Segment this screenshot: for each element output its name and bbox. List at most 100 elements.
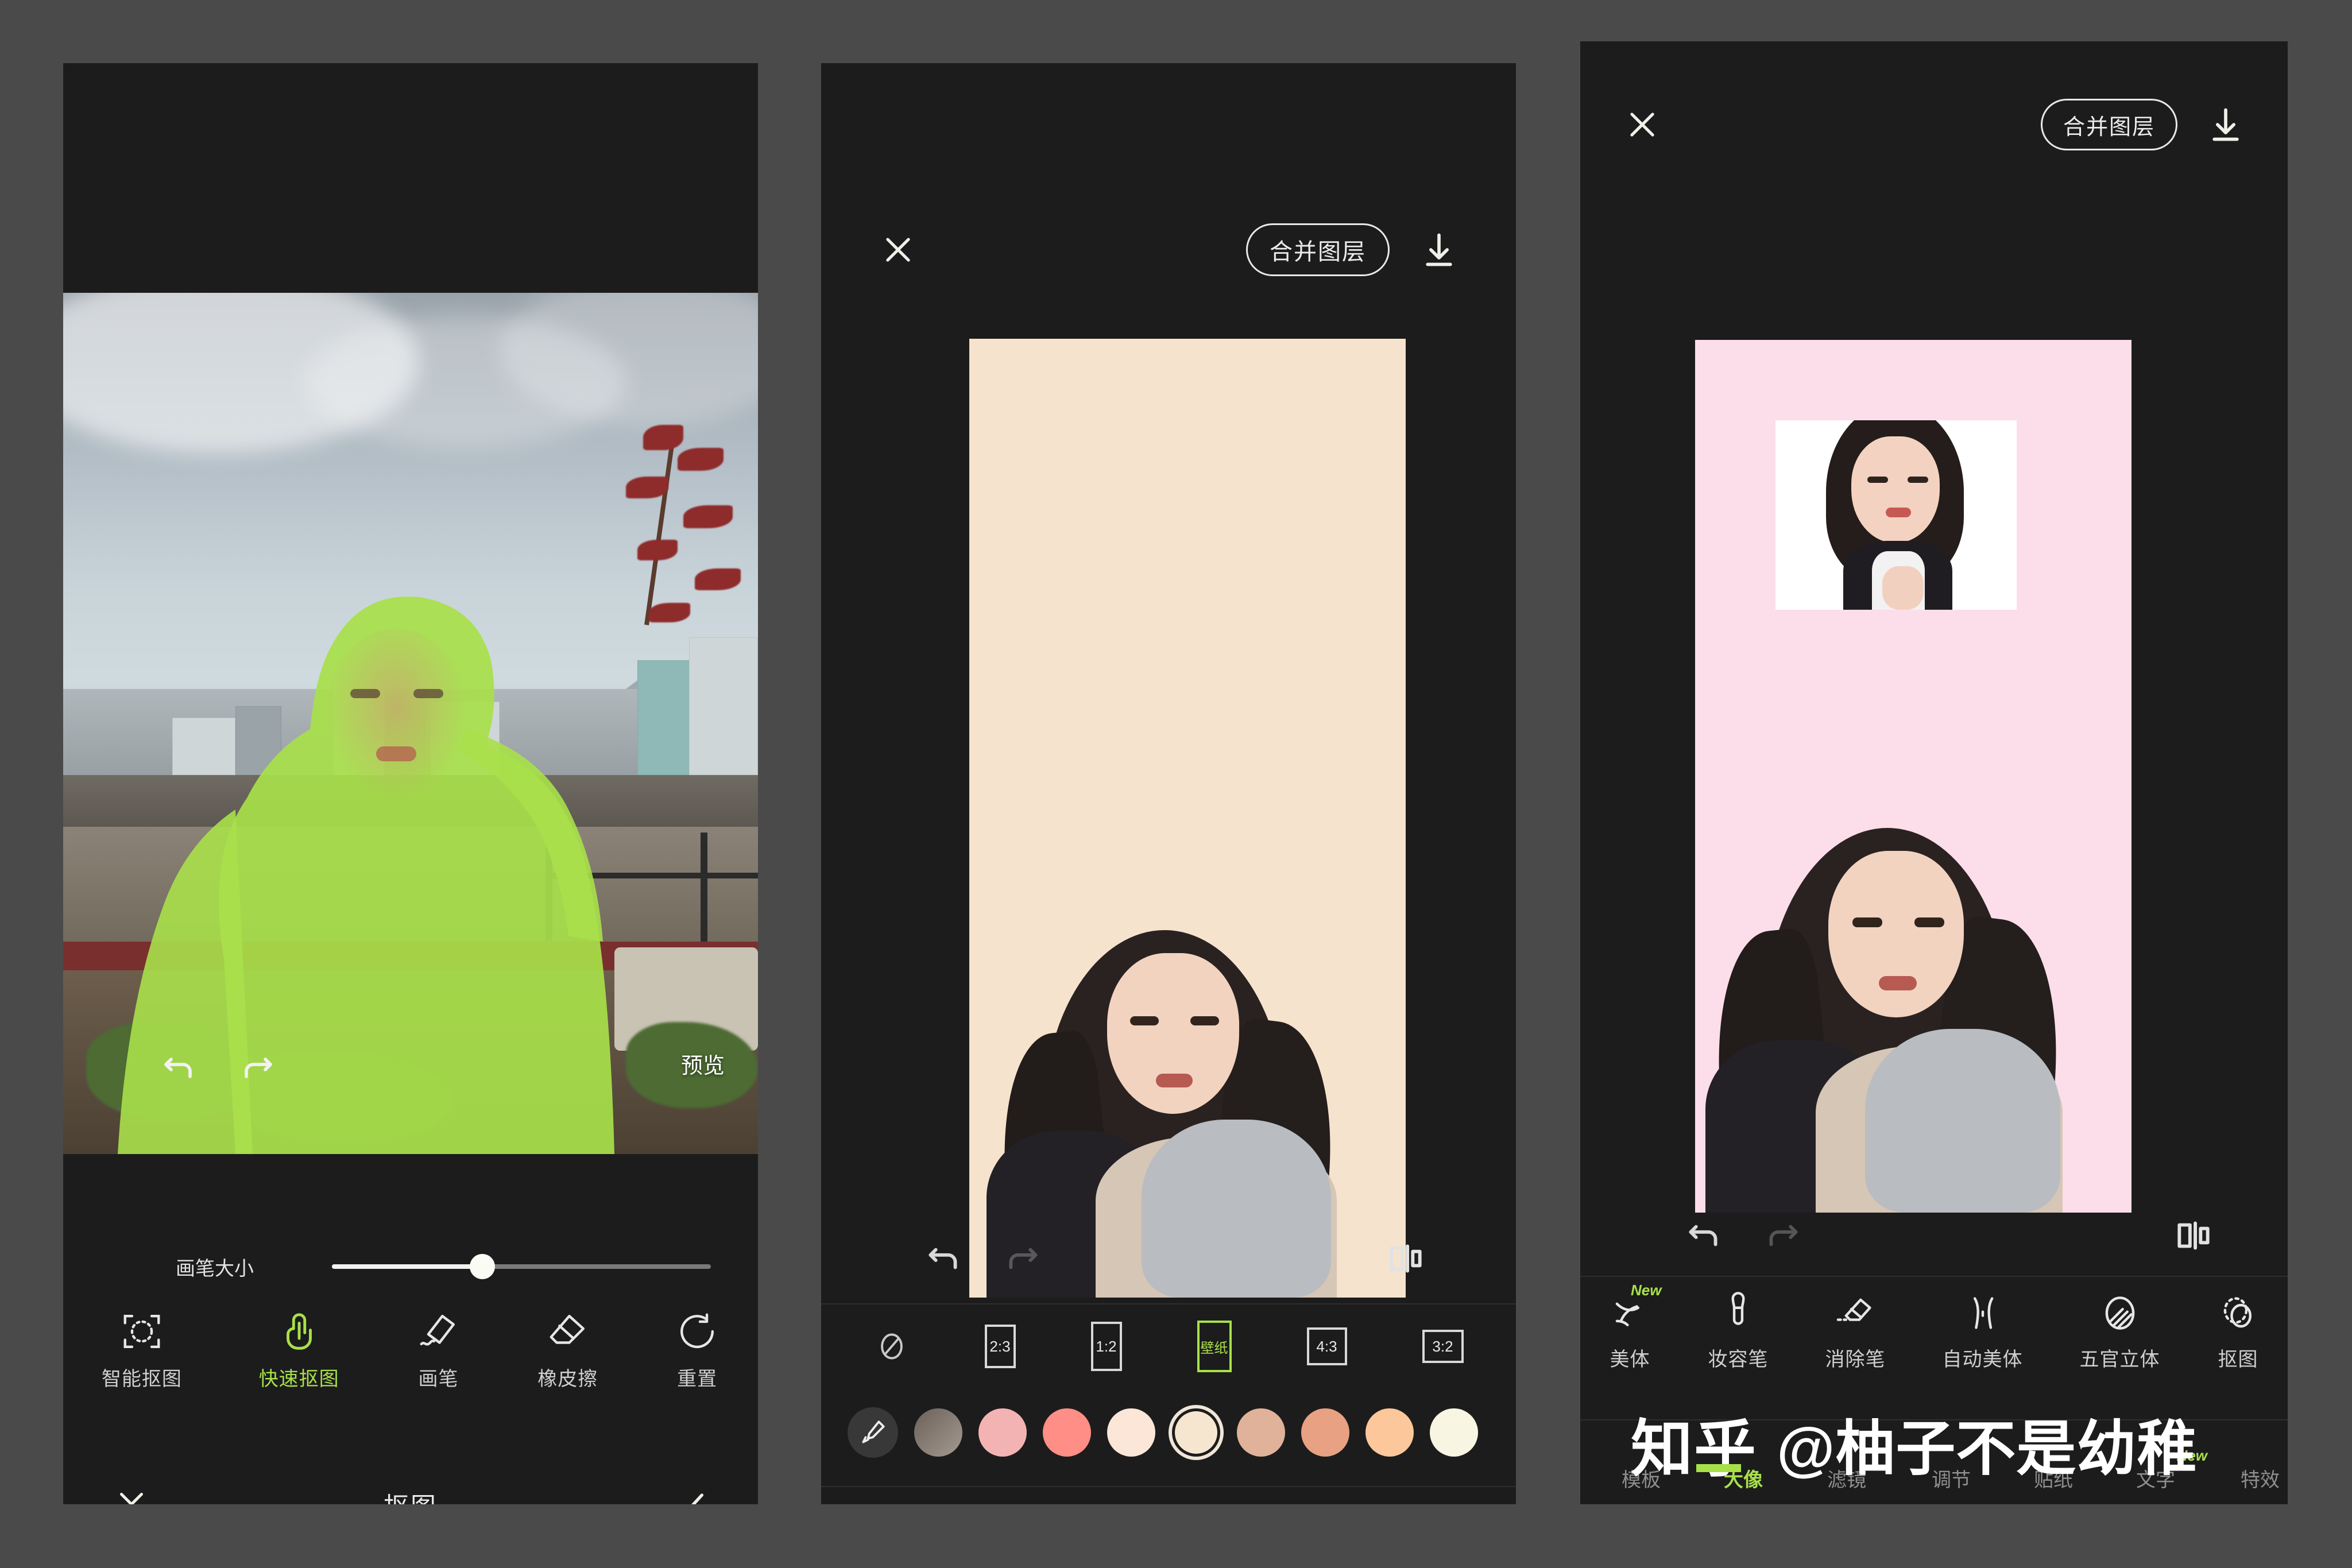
- undo-button[interactable]: [919, 1234, 967, 1283]
- cancel-button[interactable]: [111, 1484, 152, 1504]
- tool-label: 快速抠图: [258, 1368, 339, 1390]
- ratio-wallpaper[interactable]: 壁纸: [1197, 1321, 1232, 1372]
- base-eye: [1914, 917, 1944, 927]
- ratio-4-3[interactable]: 4:3: [1306, 1327, 1347, 1365]
- tool-eraser[interactable]: 橡皮擦: [537, 1309, 598, 1391]
- cutout-footer: 抠图: [63, 1458, 758, 1504]
- panel2-divider: [821, 1303, 1516, 1304]
- panel2-topbar: 合并图层: [821, 212, 1516, 287]
- subject-lips: [376, 746, 416, 761]
- ratio-1-2[interactable]: 1:2: [1090, 1322, 1122, 1371]
- remove-pen-icon: [1836, 1298, 1871, 1321]
- subject-scarf: [1142, 1120, 1331, 1298]
- tool-makeup-brush[interactable]: 妆容笔: [1708, 1292, 1769, 1372]
- new-badge: New: [1631, 1281, 1662, 1299]
- tool-smart-cutout[interactable]: 智能抠图: [102, 1309, 182, 1391]
- tool-label: 美体: [1610, 1349, 1650, 1370]
- tool-face-contour[interactable]: 五官立体: [2080, 1292, 2160, 1372]
- merge-layers-button[interactable]: 合并图层: [1246, 223, 1390, 276]
- cutout-eye: [1867, 477, 1888, 483]
- no-ratio-icon: [880, 1333, 903, 1360]
- tool-remove-pen[interactable]: 消除笔: [1825, 1292, 1886, 1372]
- color-swatch[interactable]: [1430, 1408, 1478, 1457]
- cutout-canvas[interactable]: 预览: [63, 293, 758, 1154]
- slider-knob[interactable]: [470, 1254, 495, 1279]
- ratio-label: 4:3: [1316, 1337, 1337, 1355]
- panel3-topbar: 合并图层: [1580, 87, 2288, 162]
- ratio-label: 1:2: [1096, 1337, 1117, 1355]
- background-canvas[interactable]: [969, 339, 1406, 1298]
- confirm-button[interactable]: [670, 1484, 710, 1504]
- base-photo: [1695, 811, 2132, 1213]
- tool-reset[interactable]: 重置: [675, 1309, 719, 1391]
- layers-button[interactable]: [2169, 1211, 2218, 1260]
- zhihu-logo: 知乎: [1631, 1418, 1757, 1480]
- subject-face: [1107, 953, 1239, 1114]
- layers-button[interactable]: [1382, 1234, 1430, 1283]
- eraser-icon: [550, 1314, 585, 1344]
- brush-size-slider[interactable]: [332, 1254, 711, 1279]
- tool-label: 智能抠图: [101, 1368, 182, 1390]
- download-icon: [2212, 108, 2239, 141]
- base-eye: [1852, 917, 1882, 927]
- tool-body-shape[interactable]: 美体 New: [1609, 1281, 1662, 1372]
- color-swatch[interactable]: [1107, 1408, 1155, 1457]
- slider-fill: [332, 1264, 482, 1269]
- panel-beauty-editor: 合并图层 美体 New 妆容笔 消除笔 自动美体 五官立体 抠图 模板 大像 滤…: [1580, 41, 2288, 1504]
- subject-face-hint: [324, 629, 468, 801]
- ratio-label: 3:2: [1432, 1337, 1453, 1355]
- redo-button[interactable]: [1759, 1211, 1808, 1260]
- subject-eye: [413, 689, 443, 698]
- color-row: [821, 1401, 1516, 1464]
- color-swatch[interactable]: [1301, 1408, 1349, 1457]
- tool-cutout[interactable]: 抠图: [2217, 1292, 2260, 1372]
- color-swatch[interactable]: [978, 1408, 1027, 1457]
- tool-quick-cutout[interactable]: 快速抠图: [259, 1309, 339, 1391]
- ratio-label: 壁纸: [1200, 1340, 1228, 1356]
- redo-button[interactable]: [235, 1045, 281, 1091]
- merge-layers-button[interactable]: 合并图层: [2040, 99, 2177, 150]
- reset-icon: [680, 1313, 714, 1349]
- smart-cutout-icon: [123, 1314, 160, 1349]
- tab-special-effects[interactable]: 特效: [2241, 1464, 2280, 1492]
- ratio-2-3[interactable]: 2:3: [984, 1325, 1016, 1368]
- eyedropper-button[interactable]: [848, 1407, 898, 1458]
- color-swatch[interactable]: [1237, 1408, 1285, 1457]
- color-swatch[interactable]: [1043, 1408, 1091, 1457]
- undo-button[interactable]: [155, 1045, 201, 1091]
- redo-button[interactable]: [999, 1234, 1047, 1283]
- panel-background-editor: 合并图层 2:3 1:2 壁纸 4:3 3:2: [821, 63, 1516, 1504]
- tool-label: 重置: [677, 1368, 718, 1390]
- download-icon: [1426, 233, 1452, 266]
- tool-label: 画笔: [418, 1368, 459, 1390]
- color-swatch-selected[interactable]: [1175, 1411, 1217, 1454]
- eyedropper-icon: [862, 1420, 885, 1443]
- color-swatch[interactable]: [914, 1408, 962, 1457]
- watermark-handle: @柚子不是幼稚: [1777, 1416, 2198, 1482]
- screenshot-stage: 预览 画笔大小 智能抠图 快速抠图 画笔 橡皮擦 重置 合并图层 2:3 1:2…: [0, 0, 2352, 1568]
- close-button[interactable]: [1620, 103, 1664, 146]
- beauty-tool-row: 美体 New 妆容笔 消除笔 自动美体 五官立体 抠图: [1580, 1281, 2288, 1372]
- ratio-label: 2:3: [989, 1337, 1011, 1355]
- pasted-cutout-layer[interactable]: [1775, 420, 2017, 610]
- close-button[interactable]: [876, 228, 920, 272]
- download-button[interactable]: [2204, 103, 2247, 146]
- ratio-none-button[interactable]: [874, 1329, 910, 1364]
- beauty-canvas[interactable]: [1695, 340, 2132, 1213]
- auto-body-icon: [1973, 1297, 1993, 1329]
- ratio-row: 2:3 1:2 壁纸 4:3 3:2: [821, 1315, 1516, 1378]
- undo-button[interactable]: [1679, 1211, 1727, 1260]
- face-contour-icon: [2105, 1296, 2134, 1330]
- ratio-3-2[interactable]: 3:2: [1422, 1330, 1464, 1363]
- cutout-eye: [1908, 477, 1928, 483]
- color-swatch[interactable]: [1365, 1408, 1414, 1457]
- tool-label: 橡皮擦: [537, 1368, 598, 1390]
- cutout-icon: [2223, 1297, 2252, 1328]
- watermark: 知乎 @柚子不是幼稚: [1631, 1418, 2197, 1480]
- download-button[interactable]: [1417, 228, 1461, 272]
- tool-brush[interactable]: 画笔: [416, 1309, 461, 1391]
- panel2-tab-divider: [821, 1486, 1516, 1487]
- preview-button[interactable]: 预览: [681, 1048, 725, 1079]
- redo-icon: [245, 1058, 272, 1078]
- tool-auto-body[interactable]: 自动美体: [1943, 1292, 2023, 1372]
